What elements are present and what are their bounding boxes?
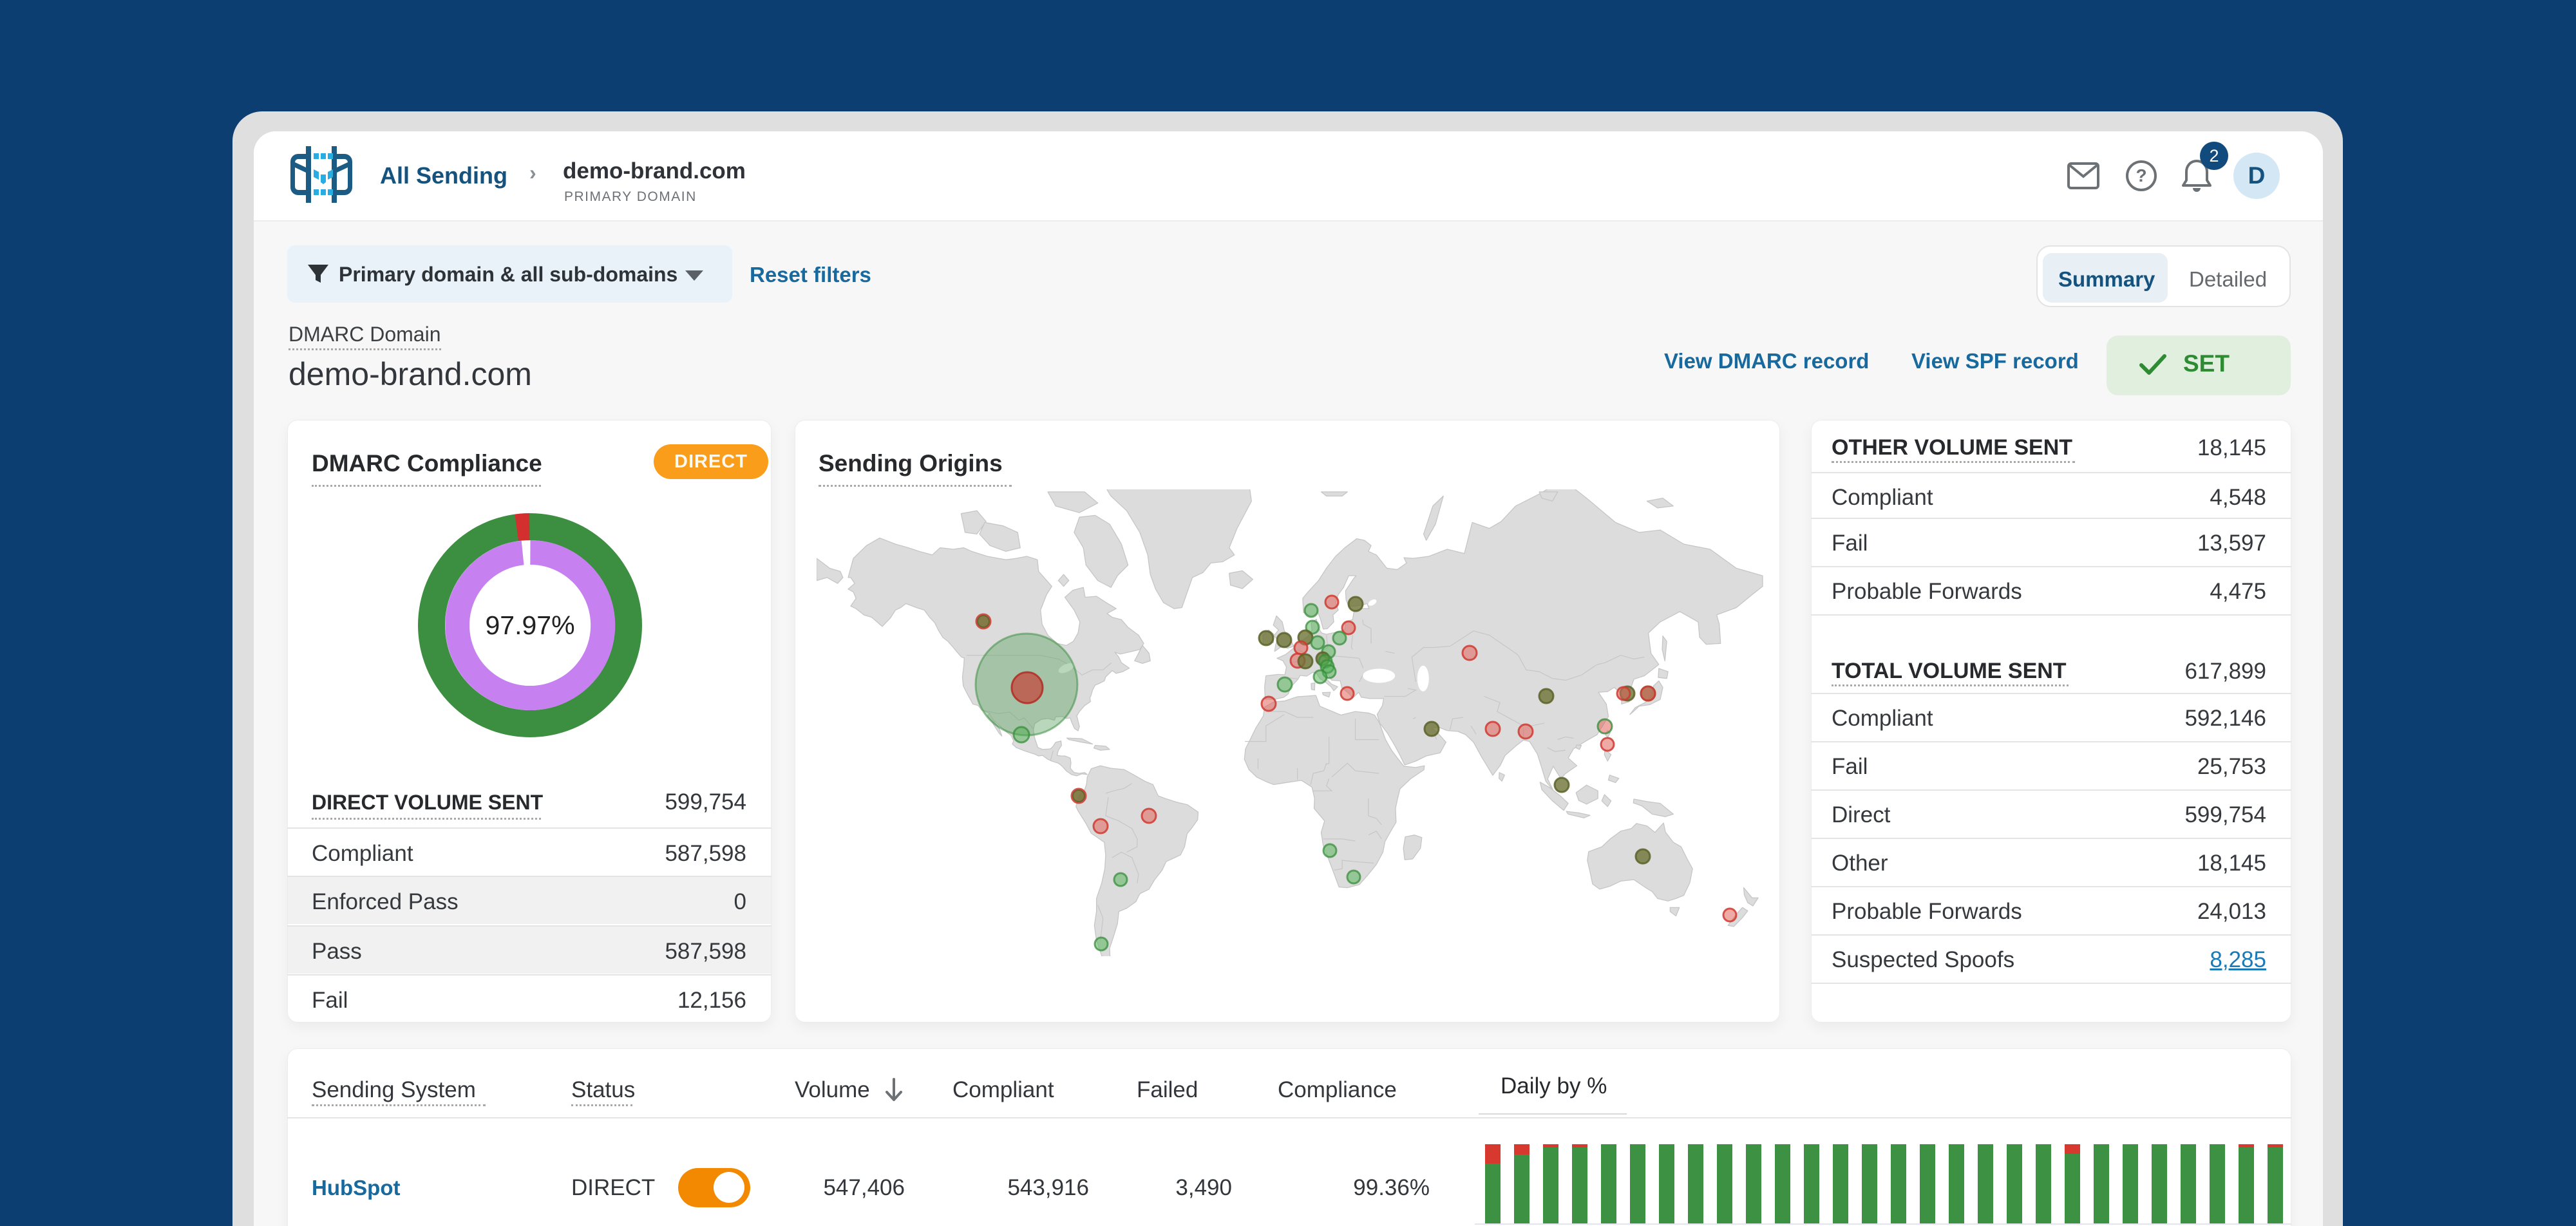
- svg-text:?: ?: [2136, 165, 2146, 185]
